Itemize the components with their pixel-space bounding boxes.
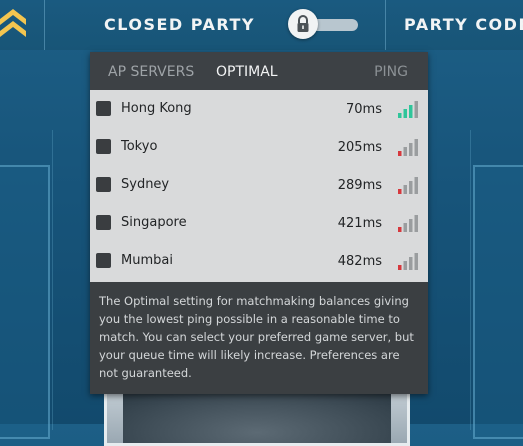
divider (44, 0, 45, 50)
server-name: Hong Kong (121, 101, 192, 116)
closed-party-label: CLOSED PARTY (104, 15, 256, 34)
server-selection-panel: AP SERVERS OPTIMAL PING Hong Kong 70ms T… (90, 52, 428, 394)
signal-bar (414, 177, 418, 194)
server-row[interactable]: Tokyo 205ms (90, 128, 428, 166)
signal-strength-icon (398, 215, 418, 232)
signal-strength-icon (398, 139, 418, 156)
signal-bar (403, 147, 407, 156)
server-name: Singapore (121, 215, 187, 230)
divider (385, 0, 386, 50)
background-panel-right (473, 165, 523, 439)
server-list: Hong Kong 70ms Tokyo 205ms Sydney 289ms … (90, 90, 428, 282)
background-panel-left (0, 165, 50, 439)
signal-bar (398, 227, 402, 232)
background-frame-right (432, 130, 471, 430)
rank-chevron-icon (0, 9, 26, 37)
signal-bar (414, 215, 418, 232)
optimal-info-box: The Optimal setting for matchmaking bala… (90, 282, 428, 394)
signal-bar (409, 143, 413, 156)
server-panel-header: AP SERVERS OPTIMAL PING (90, 52, 428, 90)
server-ping: 482ms (337, 254, 382, 269)
signal-strength-icon (398, 177, 418, 194)
server-name: Tokyo (121, 139, 158, 154)
party-top-bar: CLOSED PARTY PARTY CODE (0, 0, 523, 50)
server-ping: 70ms (346, 102, 382, 117)
server-row[interactable]: Hong Kong 70ms (90, 90, 428, 128)
optimal-info-text: The Optimal setting for matchmaking bala… (99, 294, 414, 380)
server-name: Mumbai (121, 253, 173, 268)
signal-bar (398, 265, 402, 270)
tab-optimal[interactable]: OPTIMAL (216, 64, 278, 80)
toggle-knob (288, 9, 318, 39)
ping-column-header: PING (374, 64, 408, 80)
signal-bar (414, 101, 418, 118)
signal-bar (409, 105, 413, 118)
server-checkbox[interactable] (96, 253, 111, 268)
signal-bar (403, 109, 407, 118)
server-row[interactable]: Singapore 421ms (90, 204, 428, 242)
signal-bar (409, 181, 413, 194)
server-name: Sydney (121, 177, 170, 192)
signal-bar (414, 139, 418, 156)
server-ping: 421ms (337, 216, 382, 231)
server-row[interactable]: Sydney 289ms (90, 166, 428, 204)
signal-bar (403, 185, 407, 194)
server-checkbox[interactable] (96, 139, 111, 154)
server-checkbox[interactable] (96, 215, 111, 230)
closed-party-toggle[interactable] (288, 9, 360, 39)
server-checkbox[interactable] (96, 177, 111, 192)
signal-bar (398, 189, 402, 194)
signal-bar (414, 253, 418, 270)
signal-bar (398, 113, 402, 118)
background-frame-left (52, 130, 91, 430)
server-ping: 289ms (337, 178, 382, 193)
lock-icon (297, 15, 309, 32)
signal-bar (398, 151, 402, 156)
signal-bar (409, 219, 413, 232)
signal-strength-icon (398, 253, 418, 270)
server-ping: 205ms (337, 140, 382, 155)
signal-bar (403, 261, 407, 270)
server-row[interactable]: Mumbai 482ms (90, 242, 428, 280)
player-card-image (123, 391, 391, 443)
tab-ap-servers[interactable]: AP SERVERS (108, 64, 194, 80)
server-checkbox[interactable] (96, 101, 111, 116)
party-code-button[interactable]: PARTY CODE (404, 15, 523, 34)
signal-bar (409, 257, 413, 270)
signal-strength-icon (398, 101, 418, 118)
signal-bar (403, 223, 407, 232)
